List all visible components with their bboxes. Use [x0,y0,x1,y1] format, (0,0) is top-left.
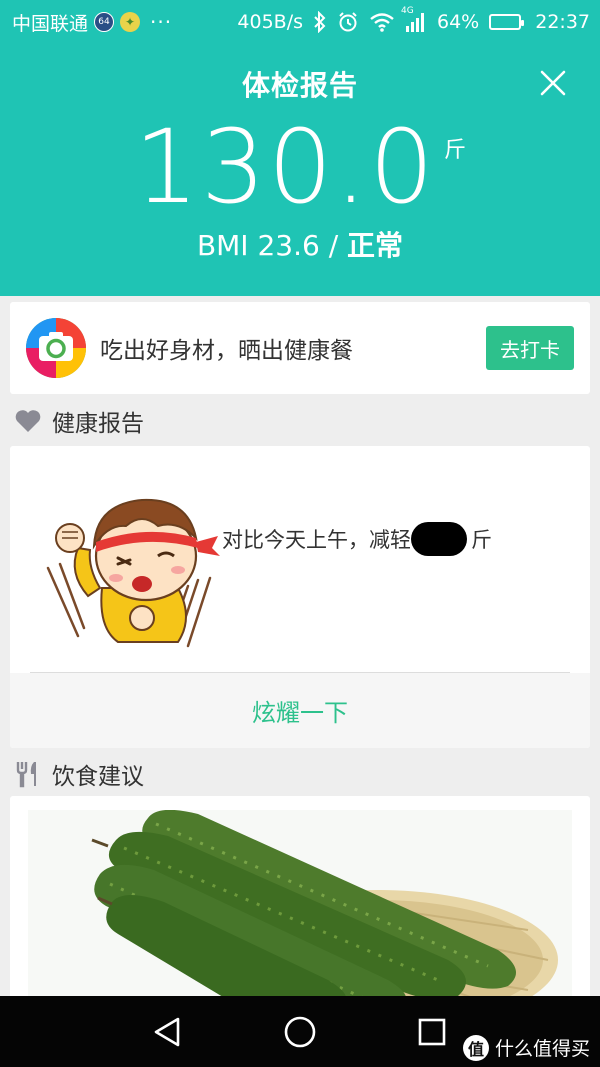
promo-text: 吃出好身材，晒出健康餐 [100,338,353,364]
more-notifications-icon: ··· [150,10,173,34]
diet-title: 饮食建议 [52,764,144,790]
carrier-name: 中国联通 [12,12,89,35]
weight-unit: 斤 [444,138,467,163]
fork-knife-icon [16,762,36,788]
recents-button[interactable] [414,1014,450,1050]
health-report-card: 对比今天上午，减轻 斤 炫耀一下 [10,446,590,748]
wifi-icon [369,12,395,32]
cheering-boy-illustration [46,498,220,648]
close-button[interactable] [536,66,570,100]
home-circle-icon [284,1016,316,1048]
alarm-icon [337,11,359,33]
show-off-button[interactable]: 炫耀一下 [10,673,590,748]
close-icon [540,70,566,96]
recents-square-icon [418,1018,446,1046]
battery-icon [489,14,525,30]
home-button[interactable] [282,1014,318,1050]
bmi-value: BMI 23.6 / [196,229,339,262]
bmi-line: BMI 23.6 / 正常 [0,224,600,264]
watermark-logo: 值 [462,1034,489,1061]
cellular-signal-icon: 4G [401,6,427,32]
watermark-text: 什么值得买 [494,1038,590,1060]
checkin-button[interactable]: 去打卡 [486,326,574,370]
weight-value: 130.0 [133,108,436,227]
app-notification-icon: ✦ [120,12,141,32]
back-button[interactable] [150,1014,186,1050]
clock: 22:37 [535,11,590,33]
watermark: 值 什么值得买 [462,1034,590,1061]
status-bar: 中国联通 64 ✦ ··· 405B/s 4G 64% 22:37 [0,0,600,44]
notification-badge: 64 [94,12,115,32]
back-triangle-icon [154,1017,180,1047]
cucumber-photo[interactable] [28,810,572,1006]
bluetooth-icon [313,11,327,33]
redacted-value [411,522,467,556]
page-title: 体检报告 [241,69,358,102]
heart-icon [15,410,41,432]
report-header: 体检报告 130.0 斤 BMI 23.6 / 正常 [0,44,600,296]
system-navigation-bar: 值 什么值得买 [0,996,600,1067]
health-report-title: 健康报告 [52,411,144,437]
bmi-status: 正常 [347,229,404,262]
camera-app-icon [26,318,86,378]
health-report-heading: 健康报告 [14,401,144,441]
diet-heading: 饮食建议 [14,754,144,794]
weight-change-text: 对比今天上午，减轻 斤 [222,522,492,556]
weight-change-unit: 斤 [471,528,492,552]
battery-percent: 64% [437,11,480,33]
diet-card [10,796,590,1006]
compare-label: 对比今天上午，减轻 [222,528,411,552]
net-speed: 405B/s [237,11,303,33]
network-type: 4G [401,6,414,16]
checkin-promo-card: 吃出好身材，晒出健康餐 去打卡 [10,302,590,394]
weight-display: 130.0 斤 [0,114,600,224]
